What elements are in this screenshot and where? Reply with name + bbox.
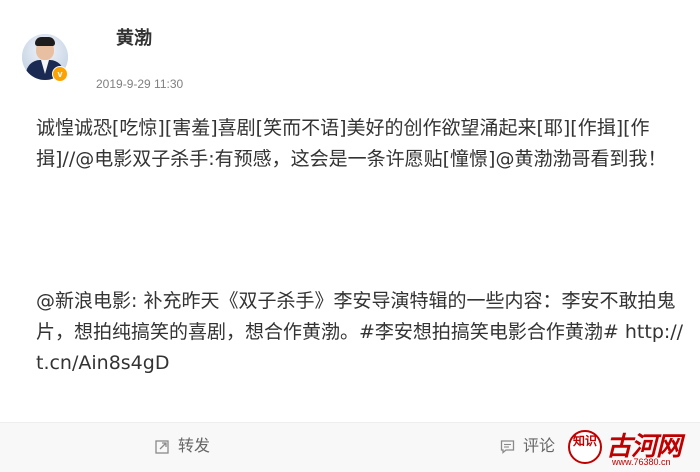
repost-body: @新浪电影: 补充昨天《双子杀手》李安导演特辑的一些内容：李安不敢拍鬼片，想拍纯… (36, 290, 684, 374)
watermark-badge: 知识 (568, 430, 602, 464)
forward-icon (155, 440, 169, 454)
verified-badge-icon: v (52, 66, 68, 82)
watermark-url: www.76380.cn (612, 457, 671, 467)
reposted-text: @新浪电影: 补充昨天《双子杀手》李安导演特辑的一些内容：李安不敢拍鬼片，想拍纯… (36, 267, 686, 398)
post-text: 诚惶诚恐[吃惊][害羞]喜剧[笑而不语]美好的创作欲望涌起来[耶][作揖][作揖… (36, 113, 686, 175)
comment-label: 评论 (523, 436, 556, 455)
author-name[interactable]: 黄渤 (116, 24, 152, 50)
forward-button[interactable]: 转发 (155, 435, 210, 457)
site-watermark: 知识 古河网 www.76380.cn (566, 424, 700, 471)
forward-label: 转发 (178, 436, 211, 455)
post-body: 诚惶诚恐[吃惊][害羞]喜剧[笑而不语]美好的创作欲望涌起来[耶][作揖][作揖… (36, 117, 667, 170)
weibo-post-card: v 黄渤 2019-9-29 11:30 诚惶诚恐[吃惊][害羞]喜剧[笑而不语… (0, 0, 700, 472)
comment-button[interactable]: 评论 (500, 435, 555, 457)
post-time[interactable]: 2019-9-29 11:30 (96, 77, 183, 91)
comment-icon (500, 440, 515, 454)
